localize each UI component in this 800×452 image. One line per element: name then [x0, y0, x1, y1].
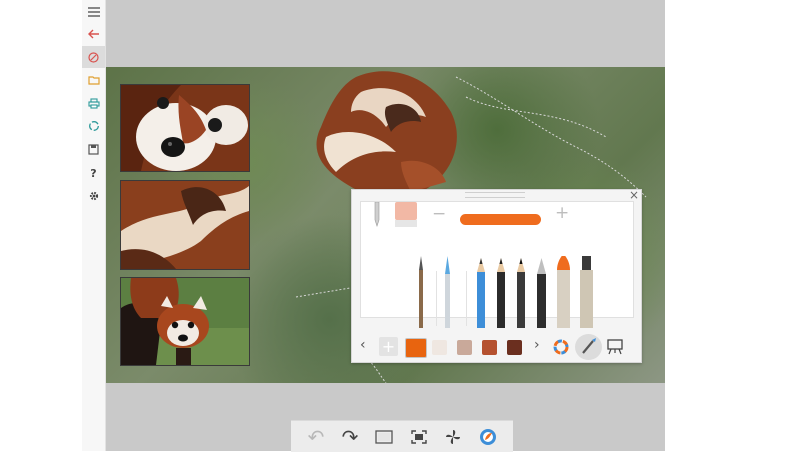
app-logo-icon[interactable] [471, 421, 505, 452]
reference-image-tail[interactable] [120, 180, 250, 270]
menu-icon[interactable] [82, 1, 105, 23]
canvas-layer-icon[interactable] [367, 421, 401, 452]
brush-area: − + [360, 201, 634, 328]
color-swatch[interactable] [507, 340, 522, 355]
size-decrease-button[interactable]: − [432, 206, 446, 223]
panel-close-button[interactable]: × [628, 189, 640, 201]
undo-icon[interactable]: ↶ [299, 421, 333, 452]
color-swatch[interactable] [432, 340, 447, 355]
printer-icon[interactable] [82, 92, 105, 114]
easel-icon[interactable] [606, 338, 624, 355]
crayon-tool[interactable] [557, 256, 570, 328]
blue-pencil-tool[interactable] [477, 258, 485, 328]
add-color-button[interactable]: + [379, 337, 398, 356]
color-swatch[interactable] [482, 340, 497, 355]
left-toolbar: ? [82, 0, 106, 451]
pen-tool[interactable] [537, 258, 546, 328]
panel-drag-handle[interactable] [465, 192, 525, 198]
reference-image-full[interactable] [120, 277, 250, 366]
graphite-pencil-tool[interactable] [497, 258, 505, 328]
recycle-icon[interactable] [82, 115, 105, 137]
redo-icon[interactable]: ↷ [333, 421, 367, 452]
color-wheel-icon[interactable] [553, 339, 569, 355]
brush-panel: × − + ‹ + › [351, 189, 642, 363]
settings-gear-icon[interactable] [82, 185, 105, 207]
brush-size-slider[interactable] [460, 214, 541, 225]
palette-next-button[interactable]: › [534, 338, 540, 352]
marker-tool[interactable] [580, 256, 593, 328]
brush-tools [419, 256, 593, 328]
watercolor-brush-tool[interactable] [445, 256, 450, 328]
color-swatch-selected[interactable] [405, 338, 427, 358]
fine-brush-tool[interactable] [419, 256, 423, 328]
folder-icon[interactable] [82, 69, 105, 91]
help-icon[interactable]: ? [82, 162, 105, 184]
palette-prev-button[interactable]: ‹ [360, 338, 366, 352]
compass-icon[interactable] [82, 46, 105, 68]
pinwheel-icon[interactable] [436, 421, 470, 452]
save-icon[interactable] [82, 138, 105, 160]
size-increase-button[interactable]: + [555, 205, 569, 222]
back-arrow-icon[interactable] [82, 23, 105, 45]
bottom-toolbar: ↶ ↷ [291, 420, 513, 452]
color-swatch[interactable] [457, 340, 472, 355]
reference-image-face[interactable] [120, 84, 250, 172]
selected-tool-preview[interactable] [369, 202, 419, 230]
fit-screen-icon[interactable] [402, 421, 436, 452]
brush-mode-button[interactable] [575, 334, 602, 360]
charcoal-pencil-tool[interactable] [517, 258, 525, 328]
